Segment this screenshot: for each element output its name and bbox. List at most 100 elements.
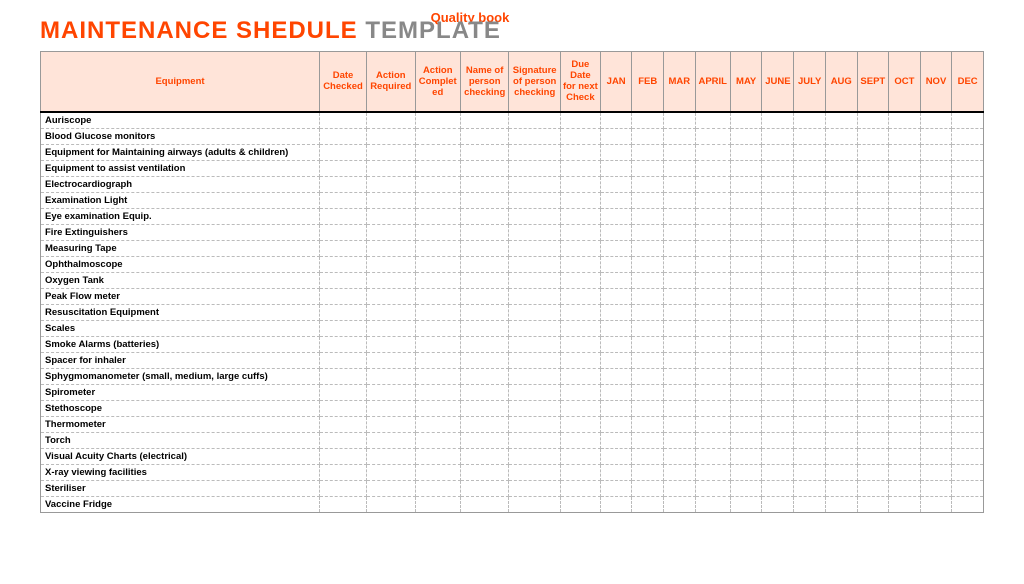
- data-cell: [825, 400, 857, 416]
- data-cell: [664, 384, 696, 400]
- data-cell: [762, 208, 794, 224]
- data-cell: [889, 304, 921, 320]
- data-cell: [664, 128, 696, 144]
- data-cell: [415, 464, 460, 480]
- data-cell: [560, 336, 600, 352]
- equipment-cell: Visual Acuity Charts (electrical): [41, 448, 320, 464]
- data-cell: [560, 416, 600, 432]
- data-cell: [560, 128, 600, 144]
- equipment-cell: Peak Flow meter: [41, 288, 320, 304]
- data-cell: [889, 288, 921, 304]
- data-cell: [889, 256, 921, 272]
- equipment-cell: Examination Light: [41, 192, 320, 208]
- data-cell: [600, 160, 632, 176]
- data-cell: [366, 192, 415, 208]
- table-row: Smoke Alarms (batteries): [41, 336, 984, 352]
- data-cell: [600, 464, 632, 480]
- data-cell: [600, 352, 632, 368]
- data-cell: [320, 288, 367, 304]
- table-row: Torch: [41, 432, 984, 448]
- table-row: Eye examination Equip.: [41, 208, 984, 224]
- data-cell: [415, 432, 460, 448]
- data-cell: [509, 192, 560, 208]
- table-row: Equipment for Maintaining airways (adult…: [41, 144, 984, 160]
- data-cell: [857, 480, 889, 496]
- data-cell: [509, 336, 560, 352]
- data-cell: [664, 208, 696, 224]
- data-cell: [664, 112, 696, 129]
- equipment-cell: Spacer for inhaler: [41, 352, 320, 368]
- data-cell: [730, 208, 762, 224]
- data-cell: [632, 480, 664, 496]
- data-cell: [857, 272, 889, 288]
- data-cell: [320, 352, 367, 368]
- table-row: Auriscope: [41, 112, 984, 129]
- data-cell: [632, 400, 664, 416]
- data-cell: [632, 432, 664, 448]
- data-cell: [632, 368, 664, 384]
- data-cell: [857, 368, 889, 384]
- data-cell: [762, 144, 794, 160]
- data-cell: [794, 464, 826, 480]
- data-cell: [460, 272, 509, 288]
- data-cell: [889, 496, 921, 512]
- data-cell: [920, 208, 952, 224]
- data-cell: [695, 144, 730, 160]
- data-cell: [825, 288, 857, 304]
- data-cell: [664, 416, 696, 432]
- equipment-cell: X-ray viewing facilities: [41, 464, 320, 480]
- data-cell: [695, 416, 730, 432]
- data-cell: [762, 240, 794, 256]
- data-cell: [600, 272, 632, 288]
- equipment-cell: Eye examination Equip.: [41, 208, 320, 224]
- data-cell: [952, 496, 984, 512]
- data-cell: [664, 176, 696, 192]
- data-cell: [920, 256, 952, 272]
- data-cell: [415, 384, 460, 400]
- data-cell: [952, 352, 984, 368]
- data-cell: [825, 192, 857, 208]
- data-cell: [920, 240, 952, 256]
- data-cell: [664, 160, 696, 176]
- equipment-cell: Stethoscope: [41, 400, 320, 416]
- data-cell: [460, 384, 509, 400]
- data-cell: [509, 176, 560, 192]
- header-month-feb: FEB: [632, 52, 664, 112]
- data-cell: [600, 288, 632, 304]
- data-cell: [664, 368, 696, 384]
- data-cell: [415, 448, 460, 464]
- data-cell: [825, 128, 857, 144]
- data-cell: [794, 384, 826, 400]
- data-cell: [600, 384, 632, 400]
- data-cell: [415, 352, 460, 368]
- data-cell: [460, 320, 509, 336]
- data-cell: [632, 240, 664, 256]
- data-cell: [366, 144, 415, 160]
- data-cell: [632, 304, 664, 320]
- data-cell: [857, 400, 889, 416]
- data-cell: [762, 496, 794, 512]
- data-cell: [730, 496, 762, 512]
- data-cell: [794, 304, 826, 320]
- equipment-cell: Sphygmomanometer (small, medium, large c…: [41, 368, 320, 384]
- data-cell: [762, 128, 794, 144]
- data-cell: [857, 176, 889, 192]
- data-cell: [632, 256, 664, 272]
- data-cell: [366, 496, 415, 512]
- data-cell: [509, 432, 560, 448]
- data-cell: [560, 480, 600, 496]
- data-cell: [952, 240, 984, 256]
- data-cell: [825, 160, 857, 176]
- data-cell: [509, 480, 560, 496]
- data-cell: [560, 496, 600, 512]
- data-cell: [794, 336, 826, 352]
- data-cell: [632, 272, 664, 288]
- data-cell: [695, 496, 730, 512]
- data-cell: [762, 224, 794, 240]
- data-cell: [460, 288, 509, 304]
- data-cell: [889, 400, 921, 416]
- data-cell: [825, 464, 857, 480]
- data-cell: [920, 416, 952, 432]
- data-cell: [664, 336, 696, 352]
- header-action-completed: Action Complet ed: [415, 52, 460, 112]
